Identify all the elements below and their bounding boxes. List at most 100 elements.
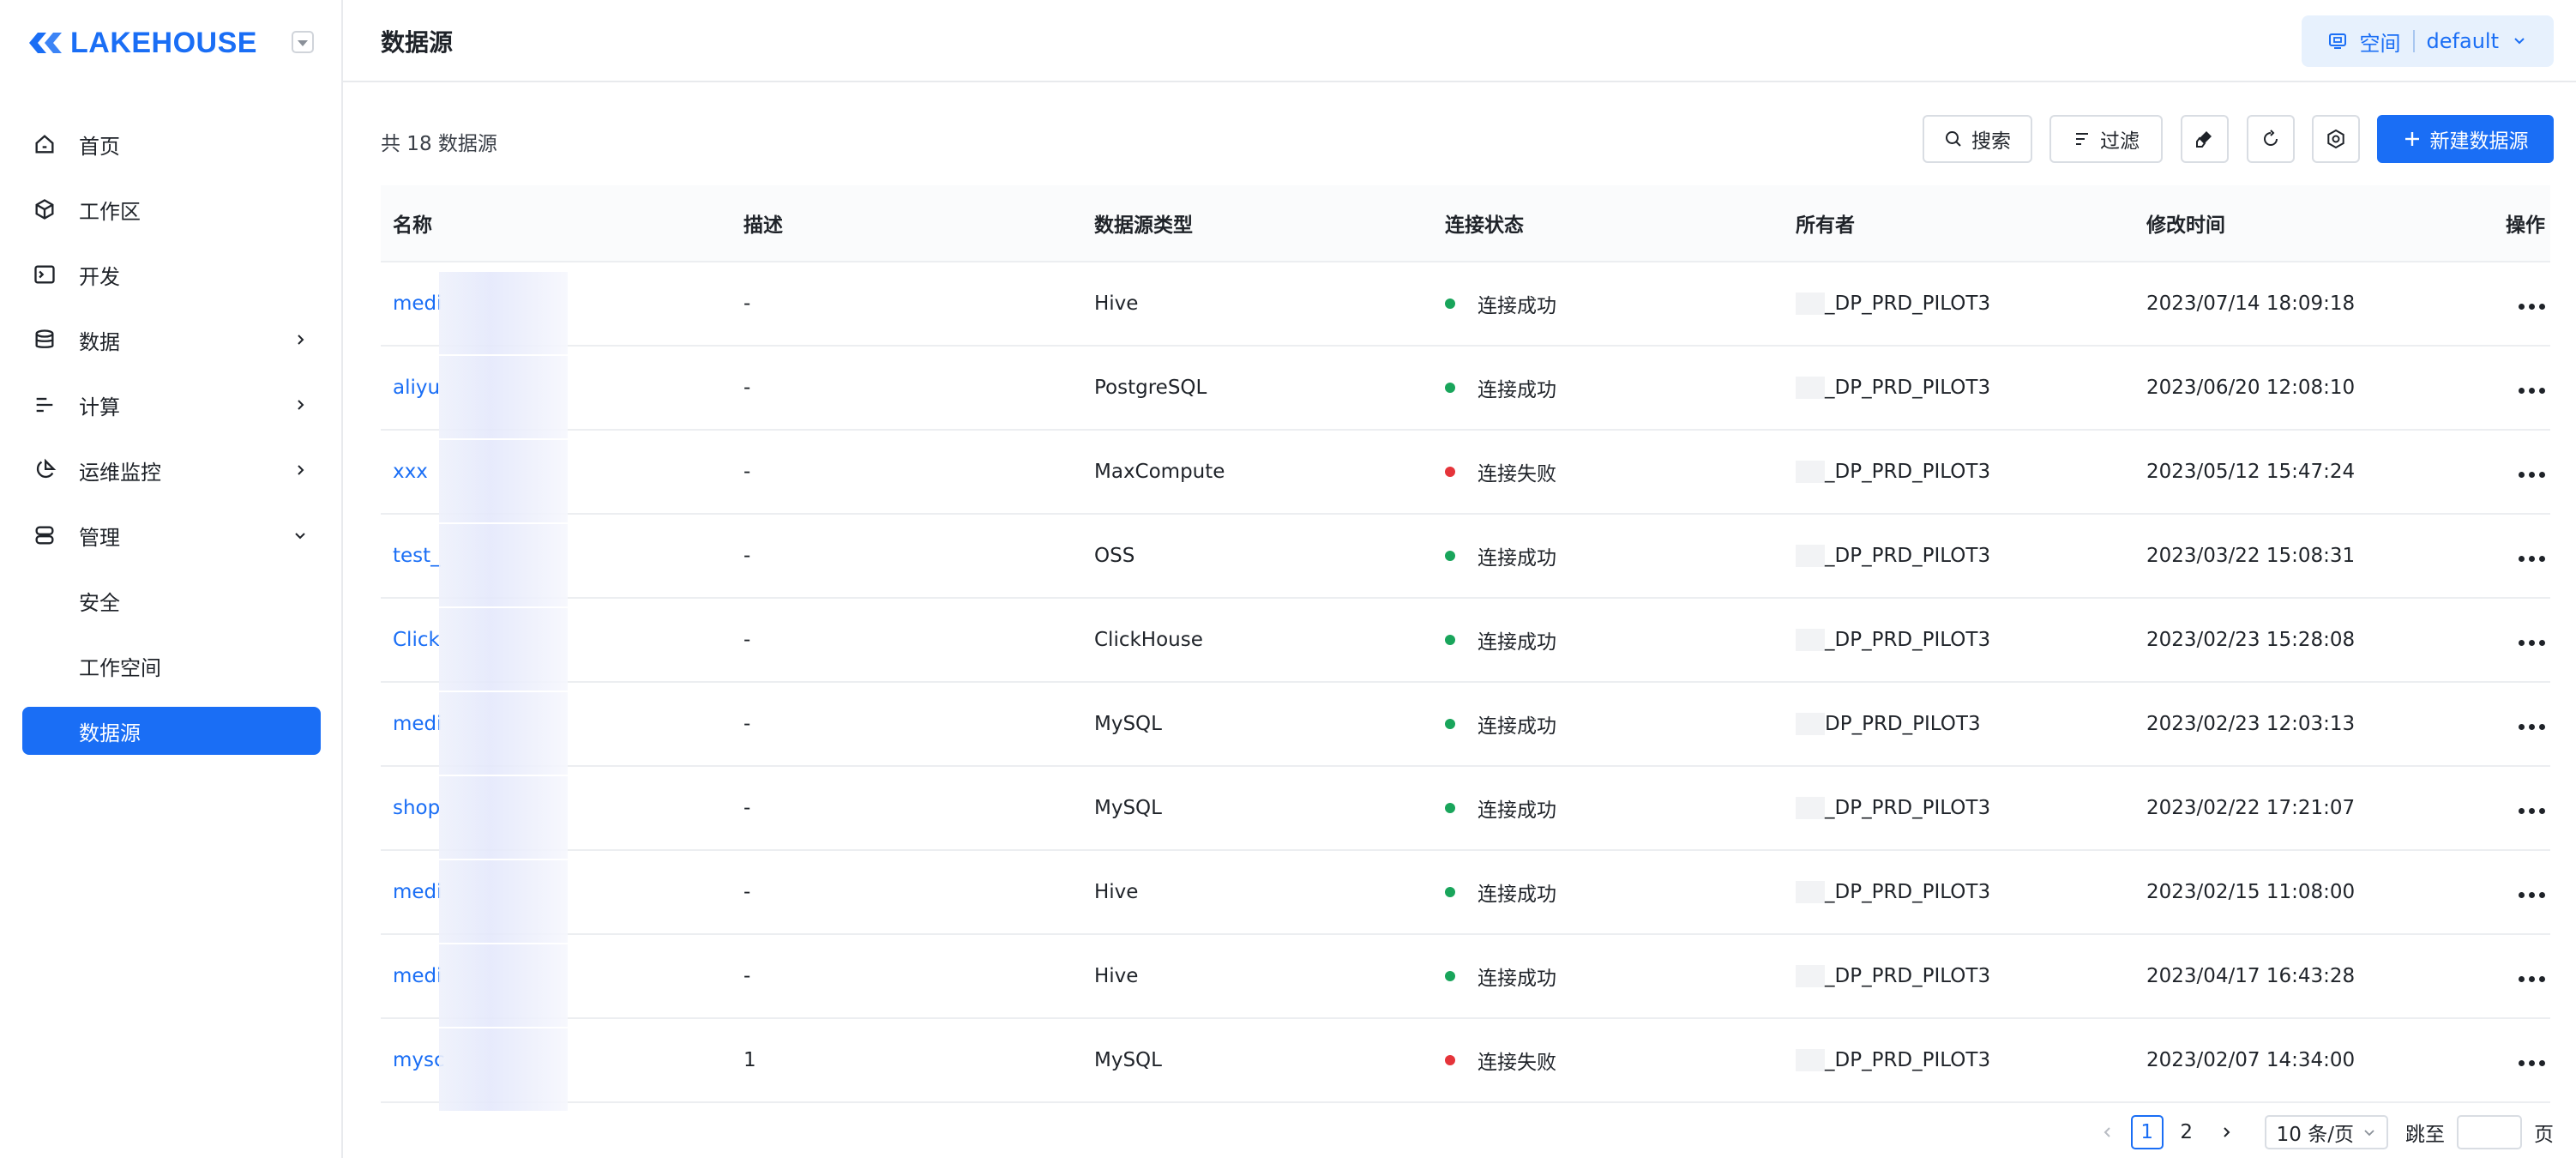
name-cell: medi [381, 692, 731, 775]
sidebar-item-2[interactable]: 开发 [0, 242, 343, 307]
sidebar-subitem-0[interactable]: 安全 [0, 568, 343, 633]
column-header: 连接状态 [1445, 214, 1524, 237]
refresh-button[interactable] [2247, 115, 2295, 163]
type-cell: MySQL [1094, 713, 1162, 735]
database-icon [35, 329, 54, 348]
broom-icon [2196, 131, 2212, 148]
jump-page-input[interactable] [2457, 1115, 2522, 1149]
owner-text: _DP_PRD_PILOT3 [1825, 628, 1991, 651]
new-datasource-label: 新建数据源 [2429, 130, 2529, 153]
clear-button[interactable] [2181, 115, 2229, 163]
filter-label: 过滤 [2100, 130, 2140, 153]
page-number-button[interactable]: 1 [2130, 1115, 2164, 1149]
redacted-area [439, 608, 568, 691]
owner-cell: _DP_PRD_PILOT3 [1784, 377, 2134, 400]
terminal-icon [34, 265, 55, 284]
new-datasource-button[interactable]: 新建数据源 [2377, 115, 2554, 163]
actions-cell [2485, 629, 2550, 651]
modified-time-cell: 2023/02/15 11:08:00 [2146, 881, 2356, 903]
chevron-right-icon [298, 400, 304, 410]
status-cell: 连接成功 [1433, 373, 1784, 402]
description-cell: 1 [743, 1049, 756, 1071]
chevron-left-icon [2104, 1127, 2110, 1137]
table-row: test_ - OSS 连接成功 _DP_PRD_PILOT3 2023/03/22 15… [381, 515, 2550, 606]
datasource-name-link[interactable]: medi [393, 293, 442, 315]
name-cell: mysc [381, 1028, 731, 1111]
page-number-button[interactable]: 2 [2170, 1115, 2203, 1149]
workspace-switch-dropdown[interactable] [292, 31, 314, 53]
redacted-area [1796, 881, 1825, 904]
actions-cell [2485, 797, 2550, 819]
more-actions-icon[interactable] [2519, 640, 2545, 646]
sidebar-item-3[interactable]: 数据 [0, 307, 343, 372]
more-actions-icon[interactable] [2519, 388, 2545, 394]
status-text: 连接成功 [1478, 631, 1556, 654]
prev-page-button[interactable] [2091, 1115, 2124, 1149]
modified-time-cell: 2023/02/07 14:34:00 [2146, 1049, 2356, 1071]
filter-button[interactable]: 过滤 [2049, 115, 2163, 163]
compute-icon [36, 397, 53, 413]
description-cell: - [743, 545, 751, 567]
top-header: 数据源 空间 default [343, 0, 2576, 82]
more-actions-icon[interactable] [2519, 724, 2545, 730]
datasource-name-link[interactable]: mysc [393, 1049, 445, 1071]
datasource-name-link[interactable]: medi [393, 881, 442, 903]
sidebar-item-1[interactable]: 工作区 [0, 177, 343, 242]
datasource-name-link[interactable]: test_ [393, 545, 441, 567]
more-actions-icon[interactable] [2519, 472, 2545, 478]
name-cell: shop [381, 776, 731, 859]
sidebar-item-5[interactable]: 运维监控 [0, 437, 343, 503]
datasource-name-link[interactable]: medi [393, 713, 442, 735]
owner-text: _DP_PRD_PILOT3 [1825, 460, 1991, 483]
redacted-area [439, 440, 568, 522]
owner-cell: _DP_PRD_PILOT3 [1784, 965, 2134, 988]
sidebar-item-4[interactable]: 计算 [0, 372, 343, 437]
more-actions-icon[interactable] [2519, 892, 2545, 898]
type-cell: OSS [1094, 545, 1135, 567]
datasource-name-link[interactable]: medi [393, 965, 442, 987]
owner-text: _DP_PRD_PILOT3 [1825, 964, 1991, 987]
refresh-icon [2264, 130, 2278, 146]
datasource-name-link[interactable]: xxx [393, 461, 428, 483]
owner-cell: _DP_PRD_PILOT3 [1784, 881, 2134, 904]
space-label: 空间 [2359, 31, 2401, 56]
name-cell: medi [381, 272, 731, 354]
next-page-button[interactable] [2210, 1115, 2242, 1149]
status-text: 连接成功 [1478, 547, 1556, 570]
datasource-name-link[interactable]: aliyu [393, 377, 440, 399]
more-actions-icon[interactable] [2519, 1060, 2545, 1066]
owner-text: _DP_PRD_PILOT3 [1825, 376, 1991, 399]
more-actions-icon[interactable] [2519, 976, 2545, 982]
status-cell: 连接成功 [1433, 962, 1784, 991]
redacted-area [439, 944, 568, 1027]
page-title: 数据源 [381, 28, 454, 57]
description-cell: - [743, 965, 751, 987]
type-cell: PostgreSQL [1094, 377, 1207, 399]
more-actions-icon[interactable] [2519, 304, 2545, 310]
column-header: 数据源类型 [1094, 214, 1193, 237]
datasource-name-link[interactable]: Click [393, 629, 440, 651]
name-cell: Click [381, 608, 731, 691]
home-icon [35, 135, 54, 154]
sidebar-item-0[interactable]: 首页 [0, 112, 343, 177]
more-actions-icon[interactable] [2519, 556, 2545, 562]
more-actions-icon[interactable] [2519, 808, 2545, 814]
owner-cell: DP_PRD_PILOT3 [1784, 713, 2134, 736]
sidebar-subitem-1[interactable]: 工作空间 [0, 633, 343, 698]
settings-button[interactable] [2312, 115, 2360, 163]
datasource-name-link[interactable]: shop [393, 797, 440, 819]
sidebar-item-6[interactable]: 管理 [0, 503, 343, 568]
modified-time-cell: 2023/07/14 18:09:18 [2146, 293, 2356, 315]
page-size-select[interactable]: 10 条/页 [2264, 1115, 2388, 1149]
filter-icon [2076, 133, 2088, 145]
modified-time-cell: 2023/03/22 15:08:31 [2146, 545, 2356, 567]
search-button[interactable]: 搜索 [1923, 115, 2032, 163]
description-cell: - [743, 461, 751, 483]
table-row: medi - MySQL 连接成功 DP_PRD_PILOT3 2023/02/23 12… [381, 683, 2550, 775]
status-cell: 连接成功 [1433, 541, 1784, 570]
status-cell: 连接成功 [1433, 709, 1784, 739]
space-selector[interactable]: 空间 default [2301, 15, 2554, 67]
redacted-area [1796, 545, 1825, 568]
sidebar-subitem-2[interactable]: 数据源 [22, 707, 321, 755]
brand-logo[interactable]: LAKEHOUSE [26, 24, 257, 62]
